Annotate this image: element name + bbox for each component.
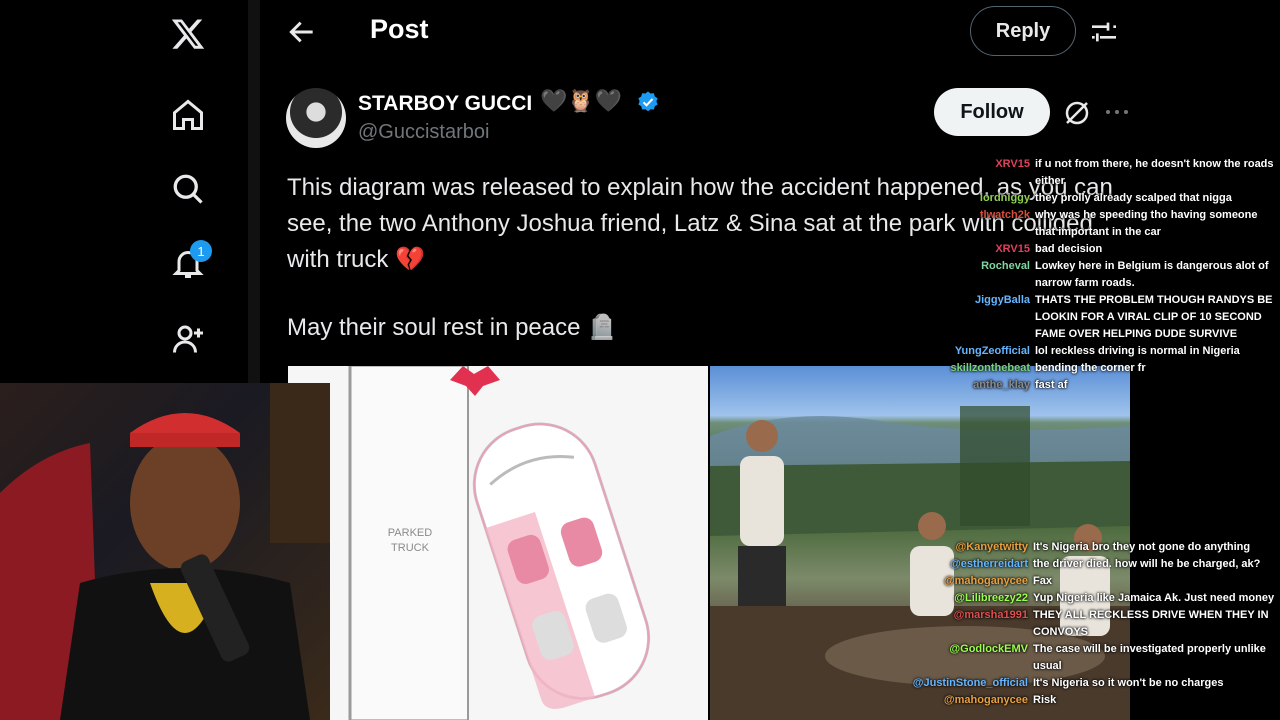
chat-text: bad decision [1035, 243, 1103, 255]
chat-text: bending the corner fr [1035, 362, 1146, 374]
chat-text: the driver died. how will he be charged,… [1033, 558, 1261, 570]
filter-settings-icon[interactable] [1088, 16, 1120, 48]
home-icon[interactable] [168, 95, 208, 135]
chat-text: lol reckless driving is normal in Nigeri… [1035, 345, 1240, 357]
chat-username[interactable]: Rocheval [981, 258, 1030, 275]
author-name[interactable]: STARBOY GUCCI [358, 92, 532, 116]
notification-badge: 1 [190, 240, 212, 262]
chat-message: anthe_klay fast af [973, 377, 1275, 394]
accident-diagram-image[interactable]: PARKED TRUCK [288, 366, 708, 720]
chat-text: The case will be investigated properly u… [1033, 643, 1266, 672]
chat-username[interactable]: @Lilibreezy22 [954, 590, 1028, 607]
chat-text: Fax [1033, 575, 1052, 587]
chat-username[interactable]: XRV15 [995, 241, 1030, 258]
chat-username[interactable]: tlwatch2k [980, 207, 1030, 224]
chat-text: why was he speeding tho having someone t… [1035, 209, 1258, 238]
chat-message: lordniggy they prolly already scalped tha… [980, 190, 1275, 207]
chat-message: XRV15 bad decision [995, 241, 1275, 258]
chat-message: XRV15 if u not from there, he doesn't kno… [995, 156, 1275, 190]
chat-username[interactable]: @JustinStone_official [913, 675, 1028, 692]
chat-message: skillzonthebeat bending the corner fr [951, 360, 1275, 377]
streamer-webcam [0, 383, 330, 720]
author-avatar[interactable] [286, 88, 346, 148]
search-icon[interactable] [168, 169, 208, 209]
more-options-icon[interactable] [1104, 102, 1130, 122]
chat-text: It's Nigeria bro they not gone do anythi… [1033, 541, 1251, 553]
chat-message: Rocheval Lowkey here in Belgium is danger… [981, 258, 1275, 292]
chat-text: Risk [1033, 694, 1057, 706]
x-logo-icon[interactable] [168, 14, 208, 54]
chat-username[interactable]: @mahoganycee [944, 692, 1028, 709]
chat-text: THEY ALL RECKLESS DRIVE WHEN THEY IN CON… [1033, 609, 1269, 638]
verified-badge-icon [636, 90, 660, 114]
chat-message: @JustinStone_official It's Nigeria so it … [913, 675, 1278, 692]
chat-username[interactable]: anthe_klay [973, 377, 1030, 394]
parked-truck-label-1: PARKED [388, 527, 432, 539]
chat-text: they prolly already scalped that nigga [1035, 192, 1232, 204]
chat-text: if u not from there, he doesn't know the… [1035, 158, 1274, 187]
grok-icon[interactable] [1062, 98, 1092, 128]
chat-username[interactable]: @estherreidart [950, 556, 1028, 573]
parked-truck-label-2: TRUCK [391, 542, 430, 554]
chat-text: Lowkey here in Belgium is dangerous alot… [1035, 260, 1269, 289]
page-title: Post [370, 14, 429, 44]
chat-username[interactable]: XRV15 [995, 156, 1030, 173]
chat-message: @mahoganycee Risk [944, 692, 1278, 709]
chat-text: Yup Nigeria like Jamaica Ak. Just need m… [1033, 592, 1275, 604]
chat-username[interactable]: @Kanyetwitty [956, 539, 1028, 556]
chat-username[interactable]: YungZeofficial [955, 343, 1030, 360]
chat-username[interactable]: @mahoganycee [944, 573, 1028, 590]
chat-message: @marsha1991 THEY ALL RECKLESS DRIVE WHEN … [954, 607, 1278, 641]
chat-username[interactable]: @marsha1991 [954, 607, 1028, 624]
chat-username[interactable]: skillzonthebeat [951, 360, 1030, 377]
chat-username[interactable]: @GodlockEMV [949, 641, 1028, 658]
chat-message: @Kanyetwitty It's Nigeria bro they not go… [956, 539, 1278, 556]
chat-message: @Lilibreezy22 Yup Nigeria like Jamaica Ak… [954, 590, 1278, 607]
chat-text: fast af [1035, 379, 1068, 391]
chat-message: JiggyBalla THATS THE PROBLEM THOUGH RANDY… [975, 292, 1275, 343]
author-handle[interactable]: @Guccistarboi [358, 121, 489, 144]
author-emojis: 🖤🦉🖤 [540, 88, 623, 113]
chat-message: @estherreidart the driver died. how will … [950, 556, 1278, 573]
follow-button[interactable]: Follow [934, 88, 1050, 136]
reply-button[interactable]: Reply [970, 6, 1076, 56]
chat-message: @GodlockEMV The case will be investigated… [949, 641, 1278, 675]
chat-username[interactable]: lordniggy [980, 190, 1030, 207]
chat-message: YungZeofficial lol reckless driving is no… [955, 343, 1275, 360]
post-text-secondary: May their soul rest in peace 🪦 [287, 314, 618, 341]
chat-message: @mahoganycee Fax [944, 573, 1278, 590]
back-arrow-icon[interactable] [286, 16, 318, 48]
chat-text: It's Nigeria so it won't be no charges [1033, 677, 1224, 689]
chat-text: THATS THE PROBLEM THOUGH RANDYS BE LOOKI… [1035, 294, 1273, 340]
chat-username[interactable]: JiggyBalla [975, 292, 1030, 309]
follow-user-icon[interactable] [168, 319, 208, 359]
chat-message: tlwatch2k why was he speeding tho having … [980, 207, 1275, 241]
